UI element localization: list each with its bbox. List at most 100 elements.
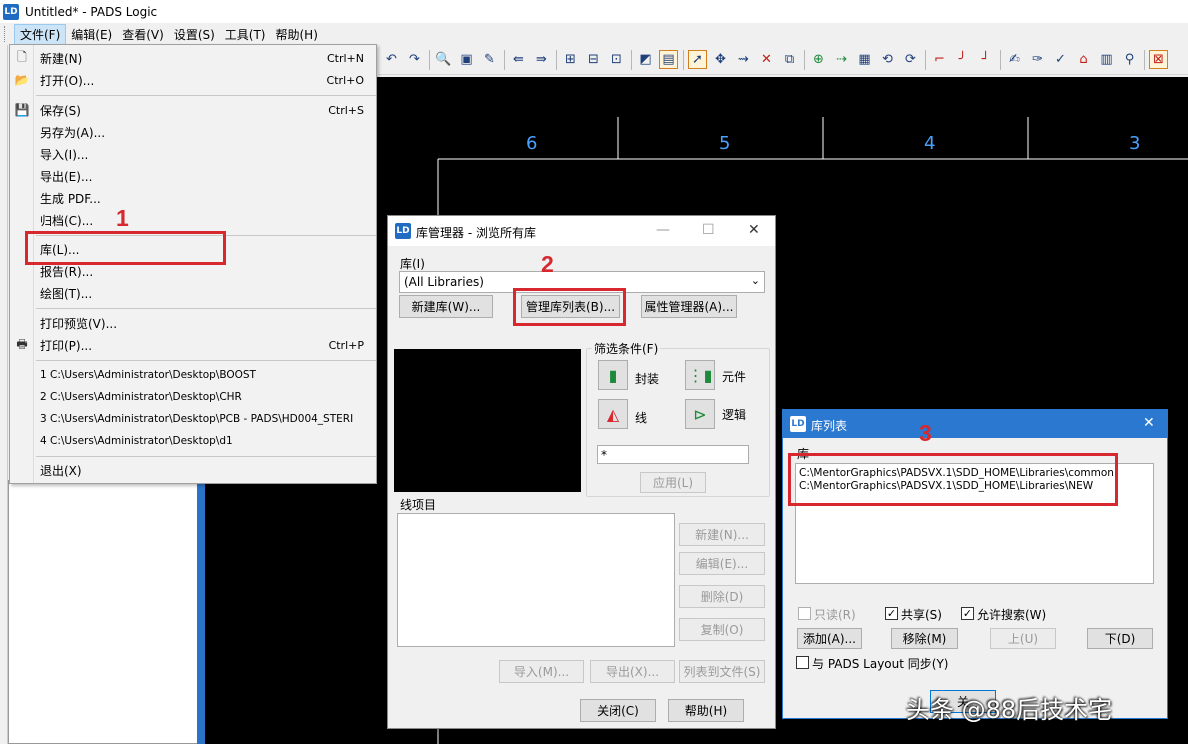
attribute-manager-button[interactable]: 属性管理器(A)... (641, 295, 737, 318)
menu-file[interactable]: 文件(F) (14, 23, 67, 45)
menu-view[interactable]: 查看(V) (117, 25, 169, 44)
text-icon[interactable]: ✍ (1005, 50, 1024, 69)
select-arrow-icon[interactable]: ➚ (688, 50, 707, 69)
close-button[interactable]: 关闭(C) (580, 699, 656, 722)
filter-input[interactable] (597, 445, 749, 464)
route-icon[interactable]: ⇝ (734, 50, 753, 69)
maximize-icon[interactable]: ☐ (702, 222, 715, 238)
close-icon[interactable]: ✕ (748, 222, 760, 238)
menu-item-generate-pdf[interactable]: 生成 PDF... (10, 187, 376, 209)
design-toolbar-toggle-icon[interactable]: ⊠ (1149, 50, 1168, 69)
schematic-icon[interactable]: ⊞ (561, 50, 580, 69)
package-filter-icon[interactable]: ▮ (598, 360, 628, 390)
image-icon[interactable]: ◩ (636, 50, 655, 69)
zoom-icon[interactable]: 🔍 (434, 50, 453, 69)
rotate-icon[interactable]: ⟲ (878, 50, 897, 69)
recent-file-label: 1 C:\Users\Administrator\Desktop\BOOST (40, 369, 256, 381)
zoom-window-icon[interactable]: ▣ (457, 50, 476, 69)
add-part-icon[interactable]: ⊕ (809, 50, 828, 69)
menu-item-import[interactable]: 导入(I)... (10, 143, 376, 165)
selection-filter-icon[interactable]: ▤ (659, 50, 678, 69)
items-listbox[interactable] (397, 513, 675, 647)
properties-icon[interactable]: ⊡ (607, 50, 626, 69)
flip-icon[interactable]: ⟳ (901, 50, 920, 69)
logic-filter-icon[interactable]: ⊳ (685, 399, 715, 429)
menu-tools[interactable]: 工具(T) (220, 25, 271, 44)
add-pin-icon[interactable]: ┘ (976, 50, 995, 69)
sync-pads-layout-checkbox[interactable] (796, 656, 809, 669)
main-toolbar: ↶ ↷ 🔍 ▣ ✎ ⇚ ⇛ ⊞ ⊟ ⊡ ◩ ▤ ➚ ✥ ⇝ ✕ ⧉ ⊕ ⇢ ▦ … (378, 45, 1188, 75)
recent-file-item[interactable]: 3 C:\Users\Administrator\Desktop\PCB - P… (10, 408, 376, 430)
add-library-button[interactable]: 添加(A)... (797, 628, 862, 649)
move-icon[interactable]: ✥ (711, 50, 730, 69)
menu-item-save[interactable]: 💾 保存(S) Ctrl+S (10, 99, 376, 121)
line-filter-icon[interactable]: ◭ (598, 399, 628, 429)
menu-setup[interactable]: 设置(S) (169, 25, 220, 44)
menu-item-label: 新建(N) (40, 51, 83, 66)
menu-item-shortcut: Ctrl+S (328, 103, 364, 117)
menu-edit[interactable]: 编辑(E) (66, 25, 117, 44)
menu-item-label: 归档(C)... (40, 213, 94, 228)
edit-item-button[interactable]: 编辑(E)... (679, 552, 765, 575)
close-icon[interactable]: ✕ (1143, 415, 1155, 431)
remove-library-button[interactable]: 移除(M) (891, 628, 958, 649)
recent-file-item[interactable]: 4 C:\Users\Administrator\Desktop\d1 (10, 430, 376, 452)
delete-icon[interactable]: ✕ (757, 50, 776, 69)
help-button[interactable]: 帮助(H) (668, 699, 744, 722)
menu-item-archive[interactable]: 归档(C)... (10, 209, 376, 231)
new-library-button[interactable]: 新建库(W)... (399, 295, 493, 318)
menu-item-new[interactable]: 🗋 新建(N) Ctrl+N (10, 47, 376, 69)
delete-item-button[interactable]: 删除(D) (679, 585, 765, 608)
recent-file-item[interactable]: 2 C:\Users\Administrator\Desktop\CHR (10, 386, 376, 408)
shared-checkbox[interactable]: ✓ (885, 607, 898, 620)
menu-item-label: 打开(O)... (40, 73, 95, 88)
bus-entry-icon[interactable]: ⚲ (1120, 50, 1139, 69)
project-explorer-panel[interactable] (8, 480, 198, 744)
field-icon[interactable]: ✑ (1028, 50, 1047, 69)
recent-file-item[interactable]: 1 C:\Users\Administrator\Desktop\BOOST (10, 364, 376, 386)
add-net-icon[interactable]: ╯ (953, 50, 972, 69)
undo-icon[interactable]: ↶ (382, 50, 401, 69)
zone-number: 6 (526, 133, 538, 154)
redo-icon[interactable]: ↷ (405, 50, 424, 69)
label-icon[interactable]: ▥ (1097, 50, 1116, 69)
menu-help[interactable]: 帮助(H) (271, 25, 323, 44)
menu-item-plot[interactable]: 绘图(T)... (10, 282, 376, 304)
apply-button[interactable]: 应用(L) (640, 472, 706, 493)
minimize-icon[interactable]: — (656, 222, 670, 238)
library-label: 库(I) (400, 257, 425, 271)
menu-item-label: 导入(I)... (40, 147, 89, 162)
list-to-file-button[interactable]: 列表到文件(S) (679, 660, 765, 683)
move-down-button[interactable]: 下(D) (1087, 628, 1153, 649)
copy-icon[interactable]: ⧉ (780, 50, 799, 69)
hierarchical-icon[interactable]: ⌂ (1074, 50, 1093, 69)
hierarchy-icon[interactable]: ⊟ (584, 50, 603, 69)
import-button[interactable]: 导入(M)... (499, 660, 584, 683)
menu-item-shortcut: Ctrl+P (328, 338, 364, 352)
add-wire-icon[interactable]: ⌐ (930, 50, 949, 69)
watermark-text: 头条 @88后技术宅 (906, 696, 1113, 724)
menubar-grip (4, 26, 8, 42)
menu-item-open[interactable]: 📂 打开(O)... Ctrl+O (10, 69, 376, 91)
menu-item-print-preview[interactable]: 打印预览(V)... (10, 312, 376, 334)
prev-sheet-icon[interactable]: ⇚ (509, 50, 528, 69)
next-sheet-icon[interactable]: ⇛ (532, 50, 551, 69)
part-filter-icon[interactable]: ⋮▮ (685, 360, 715, 390)
menu-item-label: 报告(R)... (40, 264, 94, 279)
attribute-icon[interactable]: ✓ (1051, 50, 1070, 69)
allow-search-checkbox[interactable]: ✓ (961, 607, 974, 620)
add-connection-icon[interactable]: ⇢ (832, 50, 851, 69)
pads-logo-icon: LD (3, 3, 19, 20)
menu-item-print[interactable]: 🖶 打印(P)... Ctrl+P (10, 334, 376, 356)
move-up-button[interactable]: 上(U) (990, 628, 1056, 649)
menu-item-exit[interactable]: 退出(X) (10, 459, 376, 481)
menu-item-save-as[interactable]: 另存为(A)... (10, 121, 376, 143)
new-item-button[interactable]: 新建(N)... (679, 523, 765, 546)
add-bus-icon[interactable]: ▦ (855, 50, 874, 69)
annotation-highlight-library-paths (788, 453, 1118, 506)
pan-icon[interactable]: ✎ (480, 50, 499, 69)
copy-item-button[interactable]: 复制(O) (679, 618, 765, 641)
export-button[interactable]: 导出(X)... (590, 660, 675, 683)
readonly-checkbox[interactable] (798, 607, 811, 620)
menu-item-export[interactable]: 导出(E)... (10, 165, 376, 187)
